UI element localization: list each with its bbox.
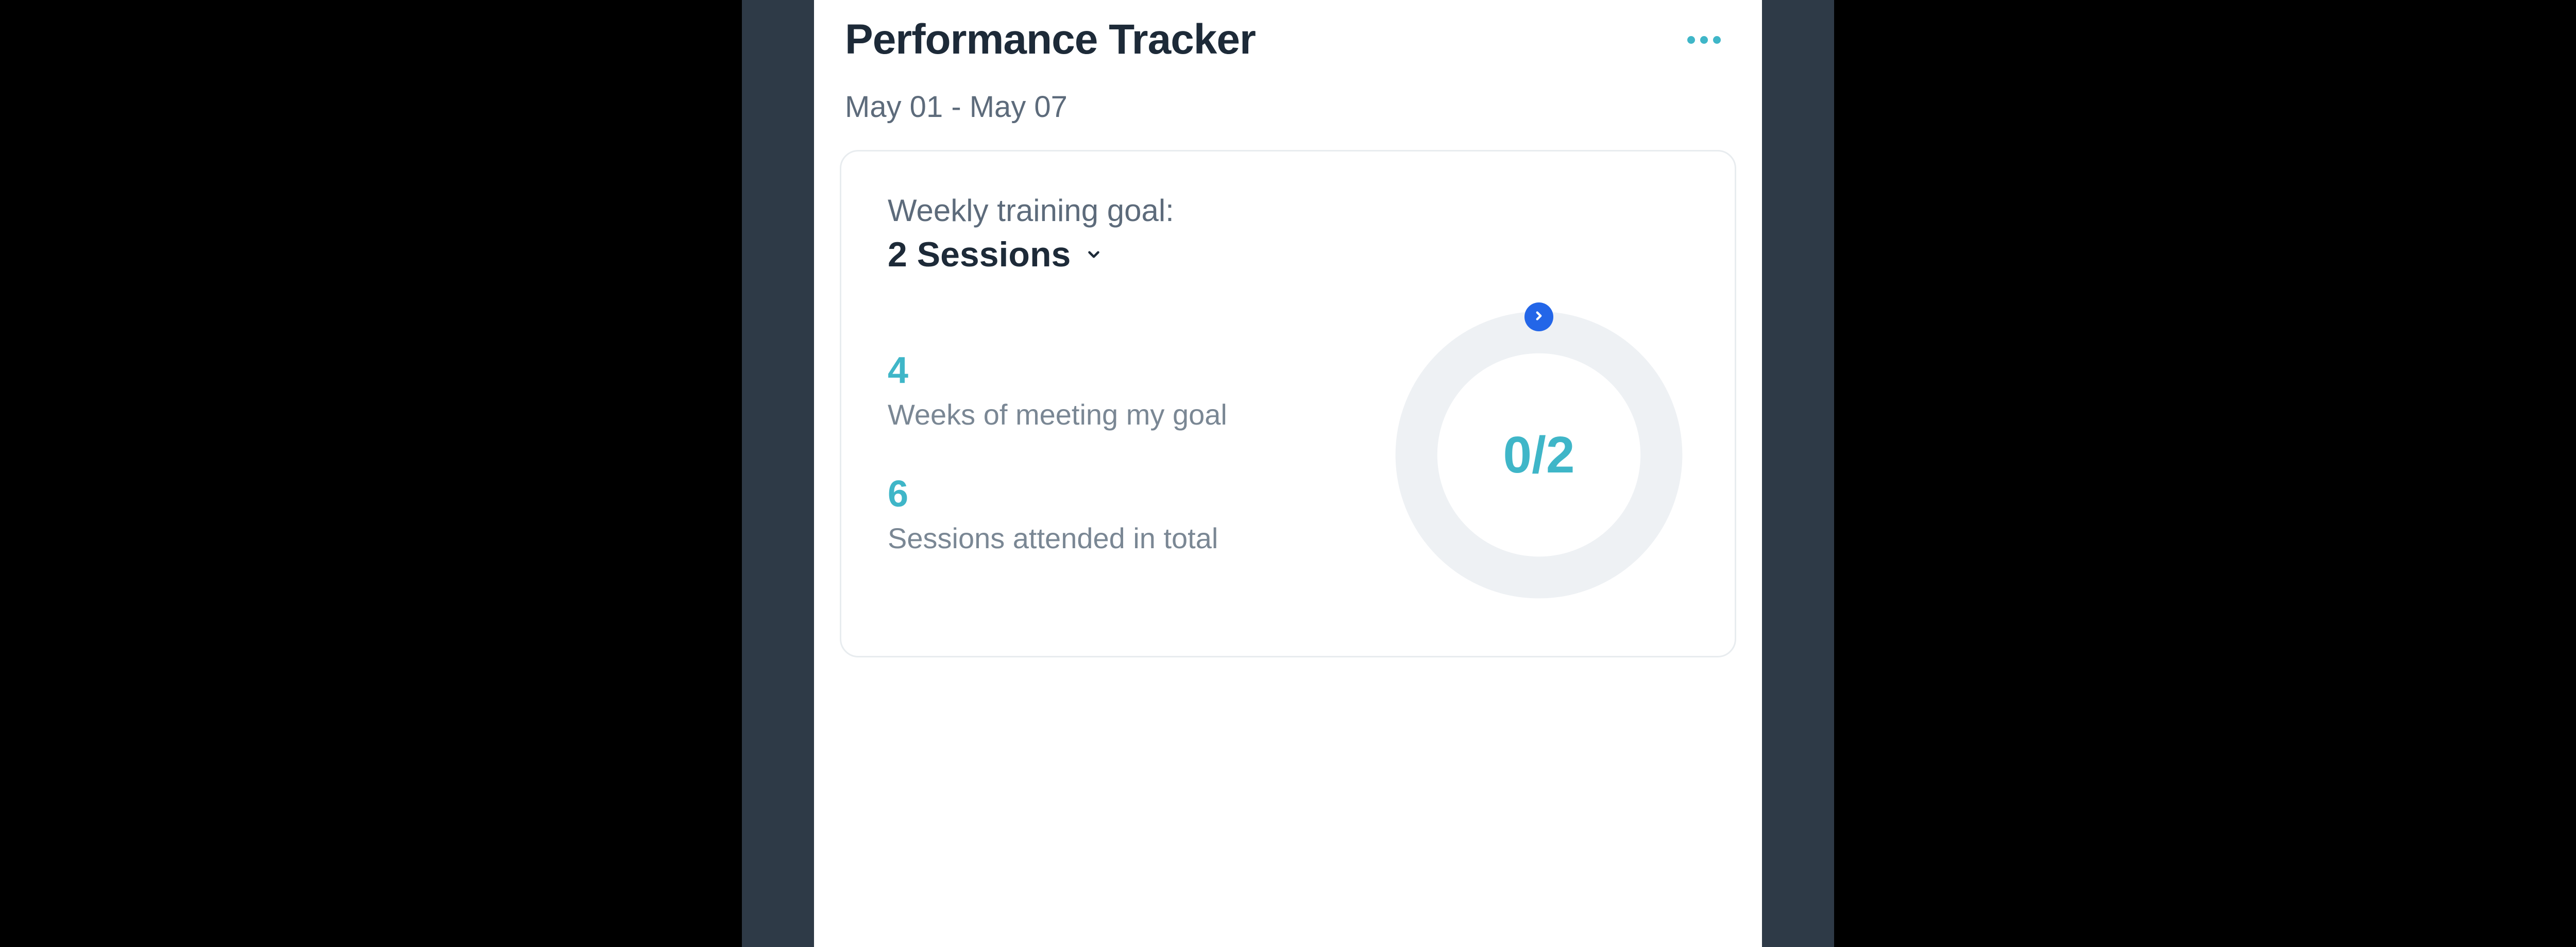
goal-value: 2 Sessions [888, 234, 1071, 275]
more-horizontal-icon [1700, 36, 1708, 44]
stat-weeks-meeting-goal: 4 Weeks of meeting my goal [888, 352, 1227, 434]
goal-selector[interactable]: 2 Sessions [888, 234, 1688, 275]
header: Performance Tracker [840, 0, 1736, 90]
progress-ring-badge[interactable] [1524, 302, 1553, 331]
goal-header: Weekly training goal: 2 Sessions [888, 193, 1688, 275]
stat-label: Sessions attended in total [888, 519, 1227, 558]
progress-ring-text: 0/2 [1389, 306, 1688, 604]
stat-value: 6 [888, 476, 1227, 513]
more-options-button[interactable] [1677, 26, 1731, 54]
more-horizontal-icon [1713, 36, 1721, 44]
goal-label: Weekly training goal: [888, 193, 1688, 228]
chevron-right-icon [1532, 309, 1546, 325]
stat-sessions-total: 6 Sessions attended in total [888, 476, 1227, 558]
progress-ring: 0/2 [1389, 306, 1688, 604]
stats-row: 4 Weeks of meeting my goal 6 Sessions at… [888, 306, 1688, 604]
goal-card: Weekly training goal: 2 Sessions 4 Weeks… [840, 150, 1736, 657]
chevron-down-icon [1085, 246, 1103, 263]
date-range-label: May 01 - May 07 [840, 90, 1736, 150]
stat-value: 4 [888, 352, 1227, 389]
page-title: Performance Tracker [845, 15, 1256, 64]
app-screen: Performance Tracker May 01 - May 07 Week… [814, 0, 1762, 947]
stats-left: 4 Weeks of meeting my goal 6 Sessions at… [888, 352, 1227, 557]
device-frame: Performance Tracker May 01 - May 07 Week… [742, 0, 1834, 947]
stat-label: Weeks of meeting my goal [888, 395, 1227, 434]
more-horizontal-icon [1687, 36, 1695, 44]
